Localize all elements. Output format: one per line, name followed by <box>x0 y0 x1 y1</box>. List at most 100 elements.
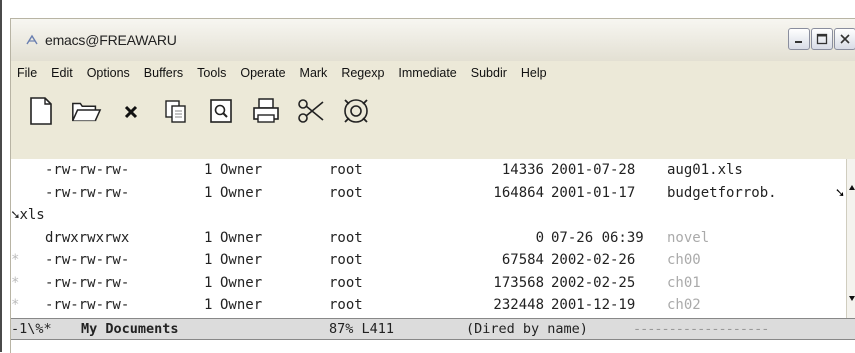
close-button[interactable] <box>834 28 855 50</box>
menu-bar: File Edit Options Buffers Tools Operate … <box>11 61 855 85</box>
window-title: emacs@FREAWARU <box>45 32 177 48</box>
row-marker: * <box>11 297 20 313</box>
file-date: 07-26 06:39 <box>551 229 644 246</box>
file-group: root <box>329 162 363 178</box>
open-folder-icon <box>72 102 102 122</box>
file-name[interactable]: ch00 <box>667 249 701 272</box>
menu-immediate[interactable]: Immediate <box>391 66 463 80</box>
new-file-button[interactable] <box>25 95 57 127</box>
scroll-down-icon[interactable] <box>849 296 855 301</box>
cut-button[interactable] <box>295 95 327 127</box>
maximize-icon <box>816 33 828 45</box>
title-bar[interactable]: emacs@FREAWARU <box>11 19 855 61</box>
file-date: 2001-12-19 <box>551 297 636 313</box>
file-name-continuation: xls <box>19 207 45 223</box>
file-links: 1 <box>204 274 213 291</box>
menu-edit[interactable]: Edit <box>44 66 80 80</box>
menu-options[interactable]: Options <box>80 66 137 80</box>
file-row-aug01[interactable]: -rw-rw-rw- 1 Owner root 14336 2001-07-28… <box>11 159 846 182</box>
menu-file[interactable]: File <box>11 66 44 80</box>
menu-subdir[interactable]: Subdir <box>464 66 514 80</box>
file-row-continuation[interactable]: ➘xls <box>11 204 846 227</box>
vertical-scrollbar[interactable] <box>846 159 855 318</box>
modeline-status: -1\%* <box>11 321 52 337</box>
file-size: 173568 <box>493 274 544 291</box>
search-button[interactable] <box>205 95 237 127</box>
file-owner: Owner <box>220 184 263 201</box>
modeline-buffer-name: My Documents <box>81 321 179 337</box>
file-name[interactable]: budgetforrob. <box>667 182 777 205</box>
dired-buffer[interactable]: -rw-rw-rw- 1 Owner root 14336 2001-07-28… <box>11 159 846 318</box>
file-group: root <box>329 252 363 268</box>
minibuffer[interactable] <box>11 340 855 353</box>
file-name[interactable]: aug01.xls <box>667 159 743 182</box>
file-group: root <box>329 184 363 201</box>
file-date: 2002-02-26 <box>551 252 636 268</box>
modeline-filler: ------------------- <box>633 321 769 337</box>
search-icon <box>210 99 232 123</box>
menu-help[interactable]: Help <box>514 66 554 80</box>
file-name[interactable]: ch02 <box>667 294 701 317</box>
file-name[interactable]: novel <box>667 227 709 250</box>
modeline-position: 87% L411 <box>329 321 395 337</box>
settings-icon <box>344 99 368 123</box>
file-owner: Owner <box>220 252 263 268</box>
file-row-novel[interactable]: drwxrwxrwx 1 Owner root 0 07-26 06:39 no… <box>11 227 846 250</box>
menu-regexp[interactable]: Regexp <box>334 66 391 80</box>
file-links: 1 <box>204 162 213 178</box>
menu-operate[interactable]: Operate <box>233 66 292 80</box>
row-marker: * <box>11 274 20 291</box>
menu-buffers[interactable]: Buffers <box>137 66 190 80</box>
row-marker: * <box>11 252 20 268</box>
file-owner: Owner <box>220 162 263 178</box>
file-row-ch01[interactable]: * -rw-rw-rw- 1 Owner root 173568 2002-02… <box>11 272 846 295</box>
emacs-window: emacs@FREAWARU File Edit Options Buffers… <box>10 18 855 353</box>
maximize-button[interactable] <box>811 28 833 50</box>
file-size: 0 <box>535 229 544 246</box>
minimize-button[interactable] <box>788 28 810 50</box>
close-icon <box>840 34 850 44</box>
file-perms: -rw-rw-rw- <box>45 252 130 268</box>
file-row-ch02[interactable]: * -rw-rw-rw- 1 Owner root 232448 2001-12… <box>11 294 846 317</box>
file-row-ch00[interactable]: * -rw-rw-rw- 1 Owner root 67584 2002-02-… <box>11 249 846 272</box>
file-perms: -rw-rw-rw- <box>45 184 130 201</box>
file-links: 1 <box>204 184 213 201</box>
menu-mark[interactable]: Mark <box>293 66 335 80</box>
file-date: 2001-01-17 <box>551 184 636 201</box>
new-file-icon <box>30 97 52 125</box>
wrap-continuation: ➘xls <box>11 204 45 227</box>
file-owner: Owner <box>220 274 263 291</box>
file-group: root <box>329 229 363 246</box>
minimize-icon <box>795 41 802 43</box>
file-perms: -rw-rw-rw- <box>45 162 130 178</box>
close-buffer-button[interactable] <box>115 95 147 127</box>
close-buffer-icon <box>124 105 138 119</box>
scrollbar-arrows <box>849 185 855 301</box>
scroll-up-icon[interactable] <box>849 185 855 190</box>
open-folder-button[interactable] <box>70 95 102 127</box>
file-date: 2001-07-28 <box>551 162 636 178</box>
file-owner: Owner <box>220 229 263 246</box>
copy-icon <box>165 100 186 123</box>
tool-bar <box>11 85 855 137</box>
mode-line: -1\%* My Documents 87% L411 (Dired by na… <box>11 318 855 340</box>
copy-button[interactable] <box>160 95 192 127</box>
print-button[interactable] <box>250 95 282 127</box>
cut-icon <box>298 99 324 123</box>
file-owner: Owner <box>220 297 263 313</box>
file-perms: -rw-rw-rw- <box>45 274 130 291</box>
settings-button[interactable] <box>340 95 372 127</box>
file-size: 67584 <box>501 252 544 268</box>
line-wrap-arrow-icon: ➘ <box>835 184 844 201</box>
file-name[interactable]: ch01 <box>667 272 701 295</box>
editor-separator <box>11 149 855 159</box>
print-icon <box>253 98 279 123</box>
file-perms: -rw-rw-rw- <box>45 297 130 313</box>
file-row-budgetforrob[interactable]: -rw-rw-rw- 1 Owner root 164864 2001-01-1… <box>11 182 846 205</box>
file-size: 14336 <box>501 162 544 178</box>
menu-tools[interactable]: Tools <box>190 66 233 80</box>
file-group: root <box>329 274 363 291</box>
file-size: 164864 <box>493 184 544 201</box>
file-links: 1 <box>204 297 213 313</box>
file-links: 1 <box>204 229 213 246</box>
